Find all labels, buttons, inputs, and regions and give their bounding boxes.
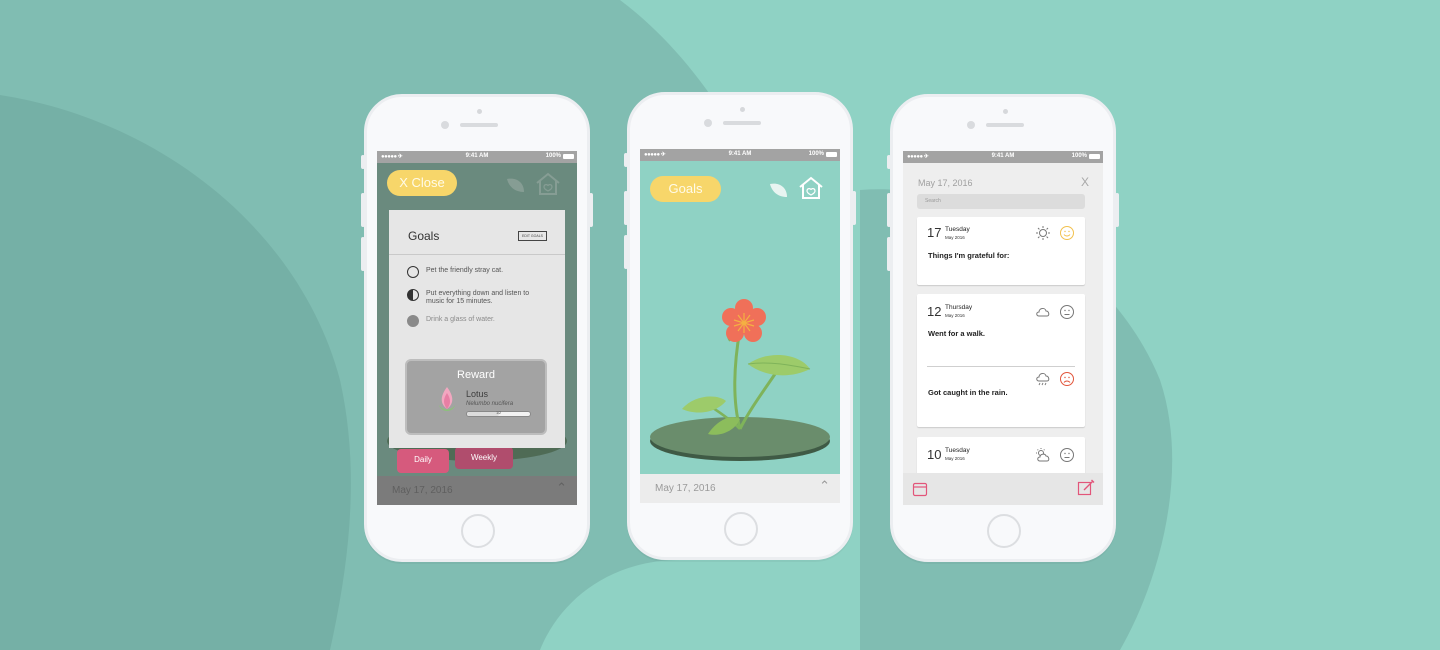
weekly-tab[interactable]: Weekly <box>455 447 513 469</box>
status-bar: ●●●●● ✈ 9:41 AM 100% <box>903 151 1103 163</box>
front-camera <box>967 121 975 129</box>
reward-card: Reward Lotus Nelumbo nucifera 1/2 <box>405 359 547 435</box>
journal-entry-card[interactable]: 12 Thursday May 2016 Went for a walk. Go… <box>917 294 1085 427</box>
reward-name: Lotus <box>466 389 489 399</box>
earpiece <box>460 123 498 127</box>
entry-note: Got caught in the rain. <box>928 388 1008 397</box>
reward-progress-bar: 1/2 <box>466 411 531 417</box>
chevron-up-icon[interactable]: ⌃ <box>556 480 567 496</box>
home-button[interactable] <box>987 514 1021 548</box>
bottom-toolbar <box>903 473 1103 505</box>
search-input[interactable]: Search <box>917 194 1085 209</box>
close-button[interactable]: X <box>1081 175 1089 189</box>
compose-icon[interactable] <box>1077 479 1095 497</box>
goals-button[interactable]: Goals <box>650 176 721 202</box>
battery-percent: 100% <box>545 153 561 159</box>
earpiece <box>723 121 761 125</box>
phone-goals: ●●●●● ✈ 9:41 AM 100% X Close Daily Weekl… <box>361 94 593 562</box>
neutral-face-icon <box>1060 448 1074 462</box>
entry-divider <box>927 366 1075 367</box>
home-button[interactable] <box>724 512 758 546</box>
screen: ●●●●● ✈ 9:41 AM 100% X Close Daily Weekl… <box>377 151 577 505</box>
leaf-icon[interactable] <box>504 175 528 195</box>
goal-empty-icon[interactable] <box>407 266 419 278</box>
entry-note: Things I'm grateful for: <box>928 251 1010 260</box>
entry-weekday: Tuesday <box>945 226 970 233</box>
front-sensor <box>477 109 482 114</box>
entry-month-year: May 2016 <box>945 235 965 240</box>
date-label: May 17, 2016 <box>655 483 716 494</box>
entry-month-year: May 2016 <box>945 313 965 318</box>
entry-day: 10 <box>927 447 942 462</box>
journal-entry-card[interactable]: 17 Tuesday May 2016 Things I'm grateful … <box>917 217 1085 285</box>
battery-percent: 100% <box>808 151 824 157</box>
cloud-icon <box>1036 308 1050 317</box>
earpiece <box>986 123 1024 127</box>
goal-text: Put everything down and listen to music … <box>426 290 530 305</box>
date-bar[interactable]: May 17, 2016 ⌃ <box>640 474 840 503</box>
neutral-face-icon <box>1060 305 1074 319</box>
phone-journal: ●●●●● ✈ 9:41 AM 100% May 17, 2016 X Sear… <box>887 94 1119 562</box>
search-placeholder: Search <box>925 198 941 204</box>
status-bar: ●●●●● ✈ 9:41 AM 100% <box>640 149 840 161</box>
reward-progress-text: 1/2 <box>496 411 501 415</box>
entry-note: Went for a walk. <box>928 329 985 338</box>
front-camera <box>704 119 712 127</box>
house-icon[interactable] <box>797 175 825 201</box>
chevron-up-icon[interactable]: ⌃ <box>819 478 830 494</box>
house-icon[interactable] <box>534 171 562 197</box>
divider <box>389 254 565 255</box>
modal-title: Goals <box>408 229 440 243</box>
sun-icon <box>1036 226 1050 240</box>
battery-icon <box>563 154 574 159</box>
front-camera <box>441 121 449 129</box>
reward-scientific-name: Nelumbo nucifera <box>466 401 514 407</box>
screen: ●●●●● ✈ 9:41 AM 100% Goals May 17, 2016 … <box>640 149 840 503</box>
journal-date: May 17, 2016 <box>918 178 973 188</box>
goal-done-icon[interactable] <box>407 315 419 327</box>
status-bar: ●●●●● ✈ 9:41 AM 100% <box>377 151 577 163</box>
battery-percent: 100% <box>1071 153 1087 159</box>
rain-cloud-icon <box>1036 373 1050 386</box>
battery-icon <box>826 152 837 157</box>
front-sensor <box>1003 109 1008 114</box>
journal-entry-card[interactable]: 10 Tuesday May 2016 <box>917 437 1085 477</box>
reward-title: Reward <box>457 369 495 381</box>
calendar-icon[interactable] <box>912 481 928 497</box>
goal-text: Pet the friendly stray cat. <box>426 267 504 274</box>
goals-modal: Goals EDIT GOALS Pet the friendly stray … <box>389 210 565 448</box>
phone-garden: ●●●●● ✈ 9:41 AM 100% Goals May 17, 2016 … <box>624 92 856 560</box>
goal-item[interactable]: Put everything down and listen to music … <box>407 288 547 308</box>
leaf-icon[interactable] <box>767 180 791 200</box>
front-sensor <box>740 107 745 112</box>
close-button[interactable]: X Close <box>387 170 457 196</box>
date-label: May 17, 2016 <box>392 485 453 496</box>
happy-face-icon <box>1060 226 1074 240</box>
home-button[interactable] <box>461 514 495 548</box>
goal-half-icon[interactable] <box>407 289 419 301</box>
entry-weekday: Tuesday <box>945 447 970 454</box>
flower-illustration <box>650 299 830 461</box>
screen: ●●●●● ✈ 9:41 AM 100% May 17, 2016 X Sear… <box>903 151 1103 505</box>
battery-icon <box>1089 154 1100 159</box>
date-bar[interactable]: May 17, 2016 ⌃ <box>377 476 577 505</box>
daily-tab[interactable]: Daily <box>397 449 449 473</box>
entry-month-year: May 2016 <box>945 456 965 461</box>
entry-day: 17 <box>927 225 942 240</box>
goal-item[interactable]: Pet the friendly stray cat. <box>407 265 547 279</box>
sad-face-icon <box>1060 372 1074 386</box>
goal-text: Drink a glass of water. <box>426 316 495 323</box>
edit-goals-button[interactable]: EDIT GOALS <box>518 231 547 241</box>
entry-day: 12 <box>927 304 942 319</box>
lotus-icon <box>439 387 455 411</box>
goal-item[interactable]: Drink a glass of water. <box>407 314 547 328</box>
entry-weekday: Thursday <box>945 304 973 311</box>
partly-cloudy-icon <box>1036 448 1050 462</box>
